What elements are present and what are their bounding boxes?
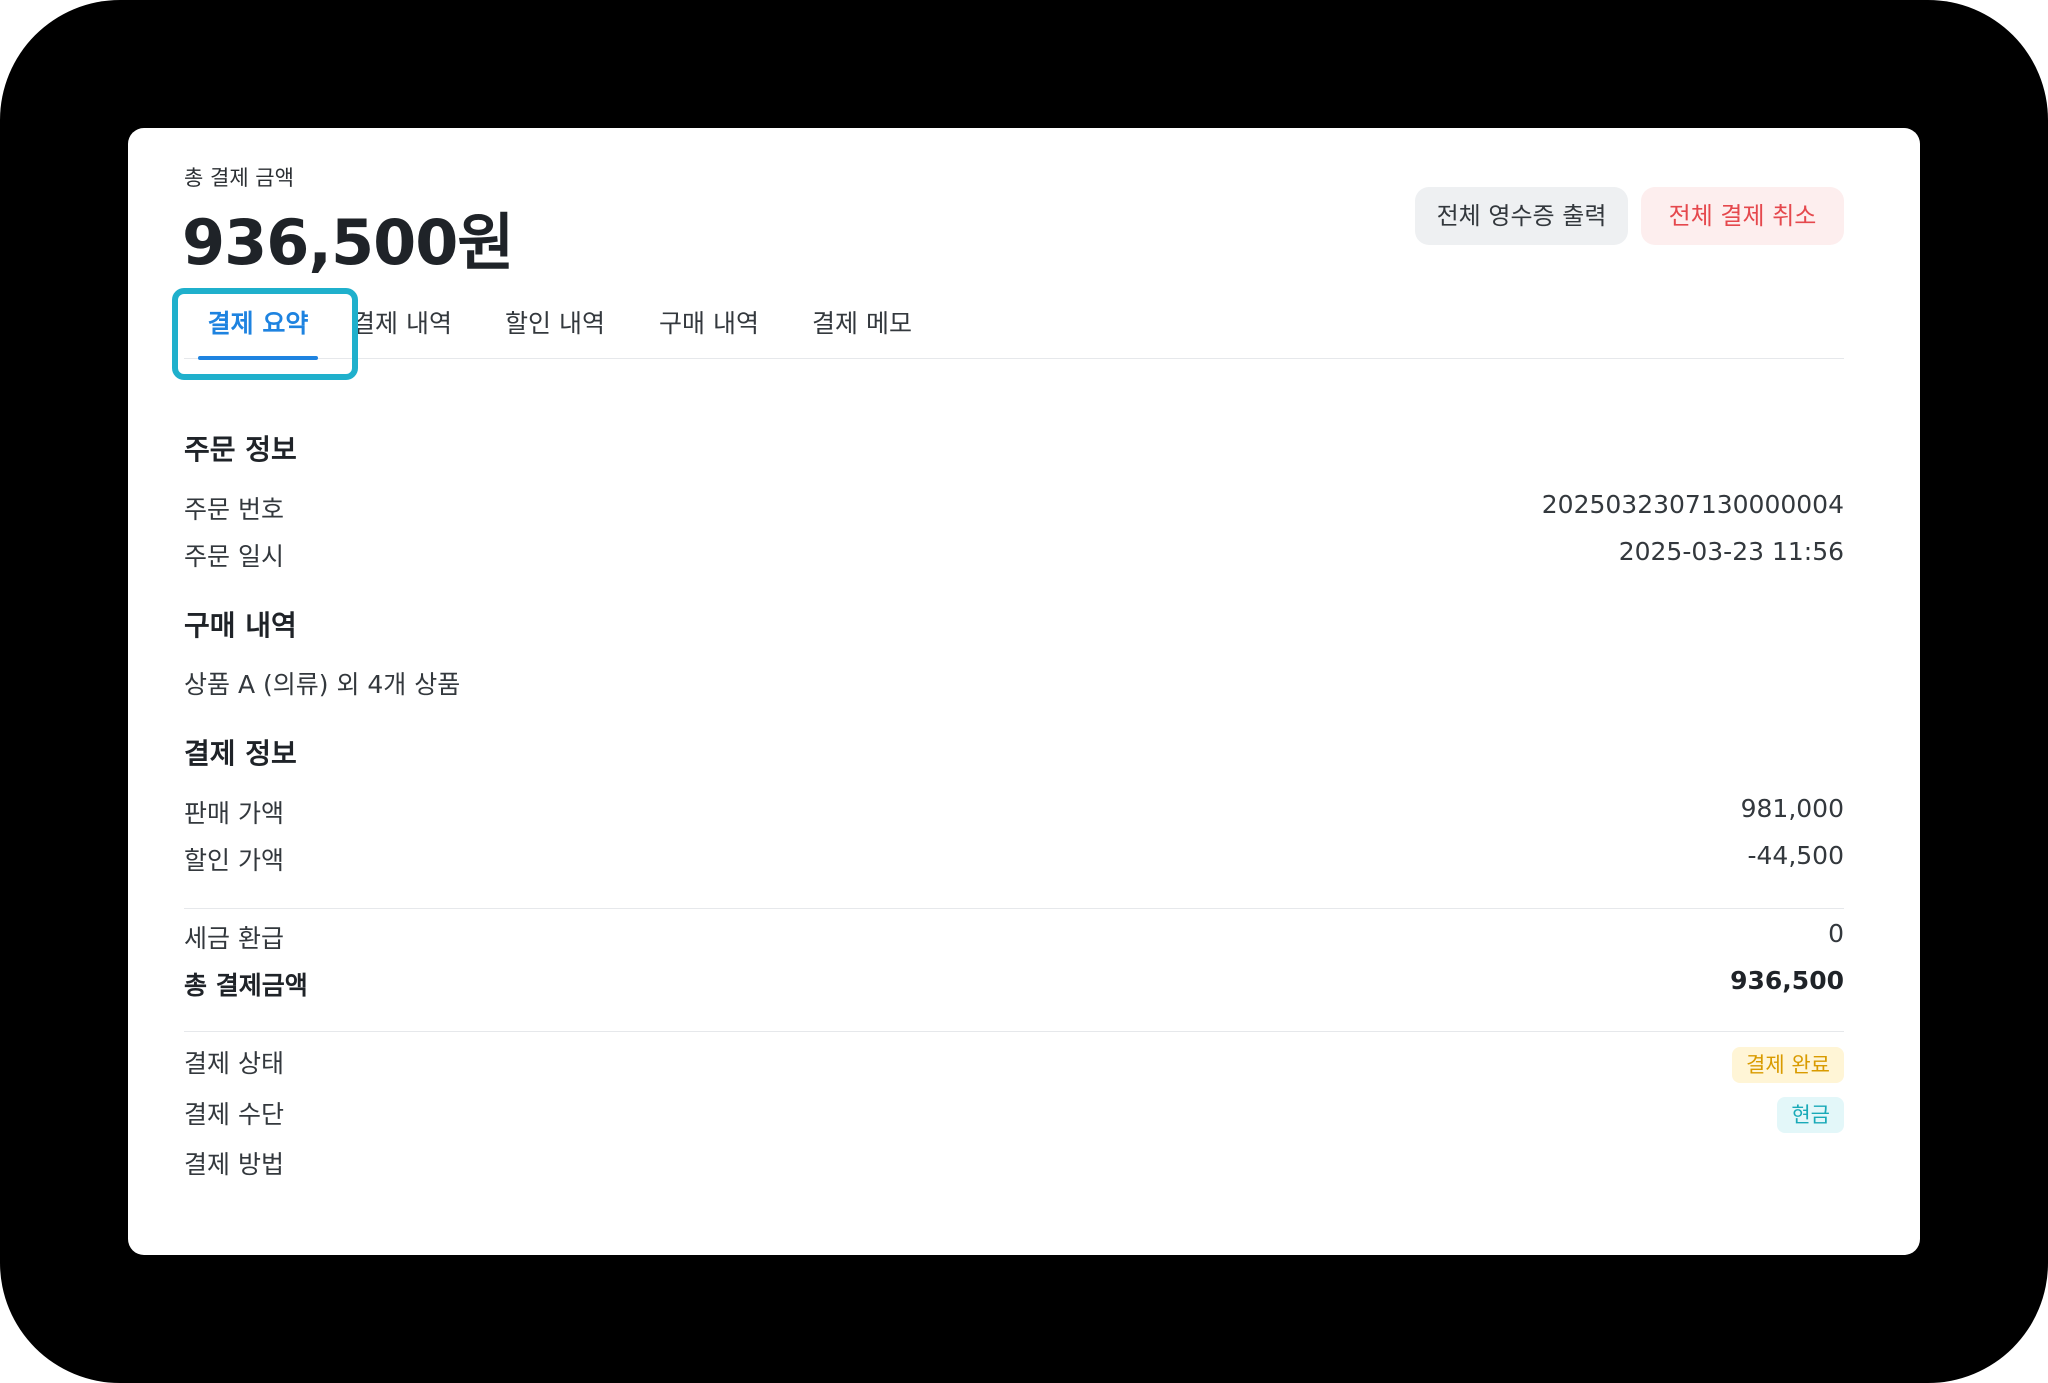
payment-info-title: 결제 정보 — [184, 737, 297, 770]
order-number-label: 주문 번호 — [184, 495, 284, 524]
tab-label: 결제 내역 — [352, 309, 452, 338]
payment-means-badge: 현금 — [1777, 1097, 1844, 1133]
order-info-title: 주문 정보 — [184, 433, 297, 466]
payment-means-label: 결제 수단 — [184, 1100, 284, 1129]
tab-payment-summary[interactable]: 결제 요약 — [184, 290, 332, 360]
tab-bar: 결제 요약 결제 내역 할인 내역 구매 내역 결제 메모 — [184, 290, 1844, 360]
active-tab-indicator — [198, 356, 318, 360]
tax-refund-label: 세금 환급 — [184, 924, 284, 953]
device-frame: 총 결제 금액 936,500원 전체 영수증 출력 전체 결제 취소 결제 요… — [0, 0, 2048, 1383]
total-amount: 936,500원 — [182, 206, 514, 279]
tab-payment-history[interactable]: 결제 내역 — [338, 290, 466, 358]
cancel-all-payments-button[interactable]: 전체 결제 취소 — [1641, 187, 1844, 245]
order-number-value: 2025032307130000004 — [1541, 490, 1844, 519]
discount-label: 할인 가액 — [184, 846, 284, 875]
tab-purchase-history[interactable]: 구매 내역 — [645, 290, 773, 358]
purchase-summary: 상품 A (의류) 외 4개 상품 — [184, 670, 461, 699]
sale-price-value: 981,000 — [1740, 794, 1844, 823]
total-payment-value: 936,500 — [1730, 966, 1844, 995]
print-all-receipts-button[interactable]: 전체 영수증 출력 — [1415, 187, 1628, 245]
divider — [184, 1031, 1844, 1032]
payment-method-label: 결제 방법 — [184, 1150, 284, 1179]
tab-label: 할인 내역 — [505, 309, 605, 338]
divider — [184, 908, 1844, 909]
total-payment-label: 총 결제금액 — [184, 971, 308, 1000]
tab-label: 결제 메모 — [812, 309, 912, 338]
total-amount-label: 총 결제 금액 — [184, 166, 294, 190]
order-date-label: 주문 일시 — [184, 542, 284, 571]
payment-status-label: 결제 상태 — [184, 1049, 284, 1078]
tab-label: 구매 내역 — [659, 309, 759, 338]
sale-price-label: 판매 가액 — [184, 799, 284, 828]
payment-summary-card: 총 결제 금액 936,500원 전체 영수증 출력 전체 결제 취소 결제 요… — [128, 128, 1920, 1255]
tab-label: 결제 요약 — [207, 309, 309, 338]
payment-status-badge: 결제 완료 — [1732, 1047, 1844, 1083]
tab-payment-memo[interactable]: 결제 메모 — [798, 290, 926, 358]
tab-discount-history[interactable]: 할인 내역 — [491, 290, 619, 358]
purchase-title: 구매 내역 — [184, 609, 297, 642]
order-date-value: 2025-03-23 11:56 — [1618, 537, 1844, 566]
tax-refund-value: 0 — [1828, 919, 1844, 948]
discount-value: -44,500 — [1747, 841, 1845, 870]
